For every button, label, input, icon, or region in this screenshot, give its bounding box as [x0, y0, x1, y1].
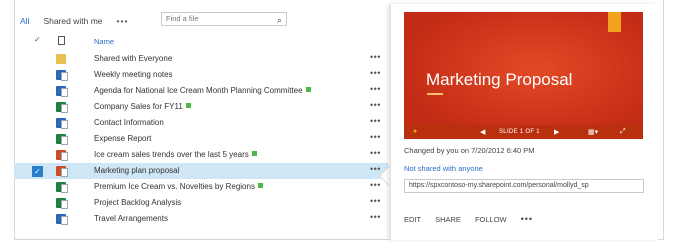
sharing-status-link[interactable]: Not shared with anyone — [404, 164, 483, 173]
row-menu-button[interactable]: ••• — [370, 180, 381, 190]
list-item[interactable]: Premium Ice Cream vs. Novelties by Regio… — [14, 179, 388, 195]
slide-indicator-icon: ● — [413, 128, 418, 135]
ppt-file-icon — [56, 150, 68, 161]
new-item-badge — [257, 183, 263, 188]
word-file-icon — [56, 214, 68, 225]
list-item[interactable]: ✓ Marketing plan proposal ••• — [14, 163, 388, 179]
search-input[interactable]: Find a file ⌕ — [161, 12, 287, 26]
excel-file-icon — [56, 198, 68, 209]
row-menu-button[interactable]: ••• — [370, 84, 381, 94]
file-list: ✓ Name Shared with Everyone ••• Weekly mee… — [14, 31, 388, 227]
file-name-link[interactable]: Shared with Everyone — [94, 54, 172, 63]
slide-accent-tab — [608, 12, 621, 32]
next-slide-icon[interactable]: ▶ — [554, 128, 559, 136]
document-url-field[interactable]: https://spxcontoso-my.sharepoint.com/per… — [404, 179, 644, 193]
document-callout: Marketing Proposal ● ◀ SLIDE 1 OF 1 ▶ ▦▾… — [390, 4, 658, 240]
slide-navigation-bar: ● ◀ SLIDE 1 OF 1 ▶ ▦▾ ⤢ — [404, 125, 643, 139]
new-item-badge — [185, 103, 191, 108]
selected-checkmark-icon[interactable]: ✓ — [32, 166, 43, 177]
list-header: ✓ Name — [14, 31, 388, 51]
ppt-file-icon — [56, 166, 68, 177]
file-rows: Shared with Everyone ••• Weekly meeting no… — [14, 51, 388, 227]
list-item[interactable]: Contact Information ••• — [14, 115, 388, 131]
view-options-icon[interactable]: ▦▾ — [588, 128, 598, 136]
changed-by-text: Changed by you on 7/20/2012 6:40 PM — [404, 146, 535, 155]
row-menu-button[interactable]: ••• — [370, 132, 381, 142]
word-file-icon — [56, 118, 68, 129]
file-name-link[interactable]: Company Sales for FY11 — [94, 102, 191, 111]
follow-button[interactable]: FOLLOW — [475, 215, 507, 224]
slide-subtitle-line — [427, 93, 443, 95]
folder-file-icon — [56, 54, 66, 64]
slide-title: Marketing Proposal — [426, 70, 573, 89]
file-name-link[interactable]: Contact Information — [94, 118, 164, 127]
previous-slide-icon[interactable]: ◀ — [480, 128, 485, 136]
excel-file-icon — [56, 102, 68, 113]
callout-actions: EDIT SHARE FOLLOW ••• — [404, 214, 547, 224]
word-file-icon — [56, 86, 68, 97]
list-item[interactable]: Company Sales for FY11 ••• — [14, 99, 388, 115]
row-menu-button[interactable]: ••• — [370, 196, 381, 206]
slide-counter: SLIDE 1 OF 1 — [499, 129, 540, 135]
row-menu-button[interactable]: ••• — [370, 212, 381, 222]
view-tabs: All Shared with me ••• — [20, 12, 142, 30]
column-header-name[interactable]: Name — [94, 37, 114, 46]
list-item[interactable]: Travel Arrangements ••• — [14, 211, 388, 227]
share-button[interactable]: SHARE — [435, 215, 461, 224]
row-menu-button[interactable]: ••• — [370, 164, 381, 174]
fullscreen-icon[interactable]: ⤢ — [620, 128, 626, 136]
list-item[interactable]: Ice cream sales trends over the last 5 y… — [14, 147, 388, 163]
edit-button[interactable]: EDIT — [404, 215, 421, 224]
select-all-checkmark-icon[interactable]: ✓ — [34, 35, 41, 44]
new-item-badge — [305, 87, 311, 92]
list-item[interactable]: Agenda for National Ice Cream Month Plan… — [14, 83, 388, 99]
callout-more-button[interactable]: ••• — [521, 214, 533, 224]
word-file-icon — [56, 70, 68, 81]
slide-preview[interactable]: Marketing Proposal ● ◀ SLIDE 1 OF 1 ▶ ▦▾… — [404, 12, 643, 139]
list-item[interactable]: Shared with Everyone ••• — [14, 51, 388, 67]
row-menu-button[interactable]: ••• — [370, 52, 381, 62]
excel-file-icon — [56, 182, 68, 193]
list-item[interactable]: Weekly meeting notes ••• — [14, 67, 388, 83]
row-menu-button[interactable]: ••• — [370, 148, 381, 158]
row-menu-button[interactable]: ••• — [370, 100, 381, 110]
file-name-link[interactable]: Expense Report — [94, 134, 151, 143]
tabs-more-button[interactable]: ••• — [117, 16, 129, 26]
file-name-link[interactable]: Agenda for National Ice Cream Month Plan… — [94, 86, 311, 95]
tab-all[interactable]: All — [20, 16, 29, 26]
excel-file-icon — [56, 134, 68, 145]
file-name-link[interactable]: Travel Arrangements — [94, 214, 168, 223]
search-icon[interactable]: ⌕ — [277, 14, 282, 26]
list-item[interactable]: Project Backlog Analysis ••• — [14, 195, 388, 211]
file-name-link[interactable]: Ice cream sales trends over the last 5 y… — [94, 150, 257, 159]
row-menu-button[interactable]: ••• — [370, 68, 381, 78]
search-placeholder: Find a file — [166, 14, 199, 23]
file-name-link[interactable]: Project Backlog Analysis — [94, 198, 181, 207]
new-item-badge — [251, 151, 257, 156]
file-name-link[interactable]: Weekly meeting notes — [94, 70, 173, 79]
file-name-link[interactable]: Premium Ice Cream vs. Novelties by Regio… — [94, 182, 263, 191]
list-item[interactable]: Expense Report ••• — [14, 131, 388, 147]
file-name-link[interactable]: Marketing plan proposal — [94, 166, 179, 175]
tab-shared-with-me[interactable]: Shared with me — [43, 16, 102, 26]
file-type-header-icon — [58, 36, 65, 45]
row-menu-button[interactable]: ••• — [370, 116, 381, 126]
